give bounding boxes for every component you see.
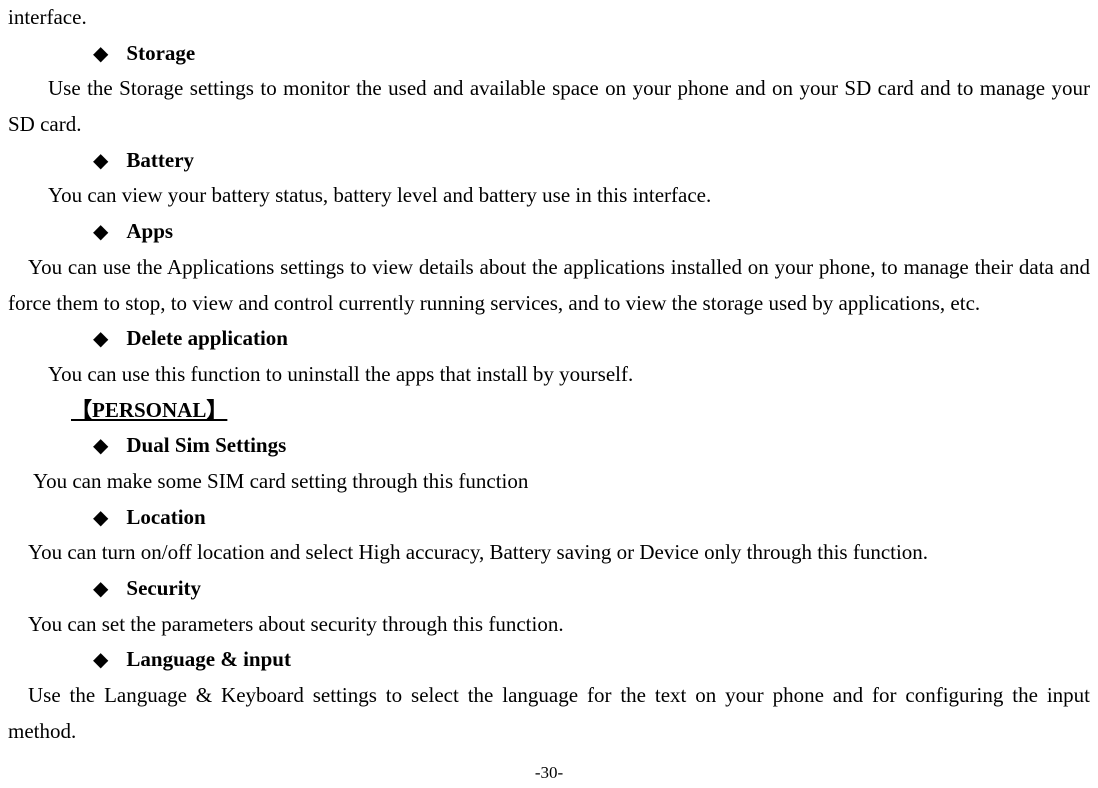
bullet-label: Language & input: [126, 642, 291, 678]
bullet-item-storage: ◆ Storage: [8, 36, 1090, 72]
diamond-bullet-icon: ◆: [93, 429, 108, 463]
bullet-label: Dual Sim Settings: [126, 428, 286, 464]
bullet-item-security: ◆ Security: [8, 571, 1090, 607]
bullet-item-lang-input: ◆ Language & input: [8, 642, 1090, 678]
lang-input-desc: Use the Language & Keyboard settings to …: [8, 678, 1090, 749]
dual-sim-desc: You can make some SIM card setting throu…: [8, 464, 1090, 500]
section-header-personal: 【PERSONAL】: [8, 393, 1090, 429]
delete-app-desc: You can use this function to uninstall t…: [8, 357, 1090, 393]
diamond-bullet-icon: ◆: [93, 501, 108, 535]
bullet-label: Storage: [126, 36, 195, 72]
bullet-item-battery: ◆ Battery: [8, 143, 1090, 179]
diamond-bullet-icon: ◆: [93, 37, 108, 71]
security-desc: You can set the parameters about securit…: [8, 607, 1090, 643]
location-desc: You can turn on/off location and select …: [8, 535, 1090, 571]
diamond-bullet-icon: ◆: [93, 572, 108, 606]
bullet-item-location: ◆ Location: [8, 500, 1090, 536]
bullet-label: Location: [126, 500, 205, 536]
page-number: -30-: [8, 759, 1090, 788]
bullet-label: Apps: [126, 214, 173, 250]
bullet-label: Security: [126, 571, 201, 607]
diamond-bullet-icon: ◆: [93, 322, 108, 356]
diamond-bullet-icon: ◆: [93, 215, 108, 249]
diamond-bullet-icon: ◆: [93, 144, 108, 178]
apps-desc: You can use the Applications settings to…: [8, 250, 1090, 321]
diamond-bullet-icon: ◆: [93, 643, 108, 677]
bullet-item-delete-app: ◆ Delete application: [8, 321, 1090, 357]
bullet-label: Battery: [126, 143, 194, 179]
battery-desc: You can view your battery status, batter…: [8, 178, 1090, 214]
document-page: interface. ◆ Storage Use the Storage set…: [8, 0, 1090, 788]
bullet-label: Delete application: [126, 321, 288, 357]
top-fragment: interface.: [8, 0, 1090, 36]
bullet-item-apps: ◆ Apps: [8, 214, 1090, 250]
storage-desc: Use the Storage settings to monitor the …: [8, 71, 1090, 142]
bullet-item-dual-sim: ◆ Dual Sim Settings: [8, 428, 1090, 464]
